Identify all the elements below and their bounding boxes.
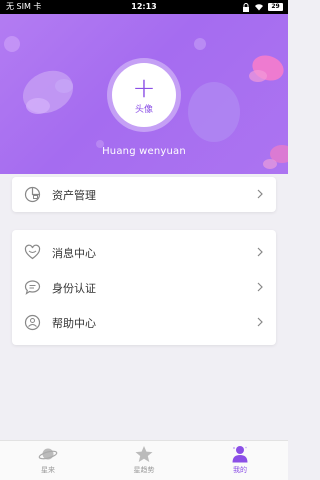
help-person-icon	[24, 314, 41, 331]
menu-item-label: 帮助中心	[52, 316, 96, 330]
status-right: 29	[242, 0, 283, 14]
menu-item-help-center[interactable]: 帮助中心	[12, 305, 276, 340]
tab-xinglai[interactable]: 星来	[0, 441, 96, 480]
star-icon	[135, 446, 153, 462]
asset-card: 资产管理	[12, 177, 276, 212]
tab-label: 我的	[233, 466, 247, 474]
tab-mine[interactable]: 我的	[192, 441, 288, 480]
heart-icon	[24, 244, 41, 260]
person-icon	[232, 446, 248, 463]
battery-icon: 29	[268, 3, 283, 11]
avatar-upload-button[interactable]: + 头像	[112, 63, 176, 127]
chevron-right-icon	[257, 317, 263, 327]
profile-header: + 头像 Huang wenyuan	[0, 14, 288, 174]
wifi-icon	[255, 4, 263, 11]
chevron-right-icon	[257, 189, 263, 199]
tab-label: 星趋势	[133, 466, 155, 474]
lock-rotation-icon	[243, 2, 249, 12]
avatar-label: 头像	[134, 105, 153, 115]
menu-item-identity-verification[interactable]: 身份认证	[12, 270, 276, 305]
chevron-right-icon	[257, 282, 263, 292]
chat-bubble-icon	[24, 280, 41, 295]
menu-item-label: 身份认证	[52, 281, 96, 295]
username: Huang wenyuan	[102, 146, 186, 157]
planet-icon	[38, 448, 58, 460]
tab-star-trend[interactable]: 星趋势	[96, 441, 192, 480]
main-menu-card: 消息中心 身份认证 帮助中心	[12, 230, 276, 345]
chevron-right-icon	[257, 247, 263, 257]
menu-item-asset-management[interactable]: 资产管理	[12, 177, 276, 212]
menu-item-label: 资产管理	[52, 188, 96, 202]
status-bar: 无 SIM 卡 12:13 29	[0, 0, 288, 14]
wallet-icon	[24, 186, 41, 203]
plus-icon: +	[132, 71, 156, 104]
menu-item-message-center[interactable]: 消息中心	[12, 235, 276, 270]
bottom-tab-bar: 星来 星趋势 我的	[0, 440, 288, 480]
menu-item-label: 消息中心	[52, 246, 96, 260]
tab-label: 星来	[41, 466, 55, 474]
